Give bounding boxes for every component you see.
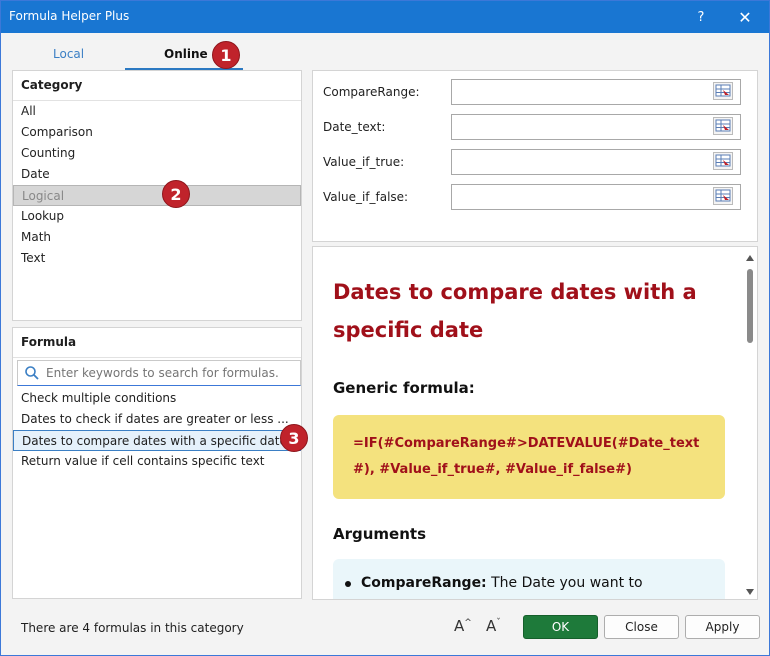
category-item-date[interactable]: Date — [13, 164, 301, 185]
increase-font-label: A — [454, 617, 465, 635]
step-badge-3: 3 — [280, 424, 308, 452]
range-picker-icon[interactable] — [713, 152, 733, 170]
increase-font-button[interactable]: A^ — [454, 617, 472, 635]
close-button[interactable]: Close — [604, 615, 679, 639]
title-bar: Formula Helper Plus ? ✕ — [1, 1, 769, 33]
arg-label: Value_if_true: — [323, 155, 405, 169]
decrease-font-label: A — [486, 617, 497, 635]
generic-formula-code: =IF(#CompareRange#>DATEVALUE(#Date_text#… — [333, 415, 725, 499]
range-picker-icon[interactable] — [713, 117, 733, 135]
scroll-down-icon[interactable] — [746, 589, 754, 595]
search-icon — [25, 366, 39, 380]
comparerange-input[interactable] — [451, 79, 741, 105]
arg-row-date-text: Date_text: — [323, 114, 743, 140]
bullet-icon — [345, 581, 351, 587]
doc-scrollbar[interactable] — [743, 249, 757, 599]
value-if-false-input[interactable] — [451, 184, 741, 210]
doc-title: Dates to compare dates with a specific d… — [333, 280, 697, 342]
formula-item-selected[interactable]: Dates to compare dates with a specific d… — [13, 430, 301, 451]
step-badge-2: 2 — [162, 180, 190, 208]
window-title: Formula Helper Plus — [9, 9, 130, 23]
scroll-thumb[interactable] — [747, 269, 753, 343]
tab-online[interactable]: Online — [164, 47, 208, 61]
category-list: All Comparison Counting Date Logical Loo… — [13, 101, 301, 269]
generic-formula-heading: Generic formula: — [333, 379, 475, 397]
tab-local[interactable]: Local — [53, 47, 84, 61]
formula-documentation: Dates to compare dates with a specific d… — [312, 246, 758, 600]
arg-row-value-if-true: Value_if_true: — [323, 149, 743, 175]
formula-item[interactable]: Check multiple conditions — [13, 388, 301, 409]
caret-up-icon: ^ — [464, 618, 472, 628]
formula-header: Formula — [13, 328, 301, 358]
category-item-math[interactable]: Math — [13, 227, 301, 248]
arg-label: Value_if_false: — [323, 190, 409, 204]
category-item-lookup[interactable]: Lookup — [13, 206, 301, 227]
argument-description: The Date you want to — [486, 575, 643, 591]
status-text: There are 4 formulas in this category — [21, 621, 244, 635]
arg-label: CompareRange: — [323, 85, 420, 99]
value-if-true-input[interactable] — [451, 149, 741, 175]
argument-name: CompareRange: — [361, 575, 487, 591]
tab-bar: Local Online — [1, 33, 769, 69]
arguments-heading: Arguments — [333, 525, 427, 543]
ok-button[interactable]: OK — [523, 615, 598, 639]
arguments-box: CompareRange: The Date you want to — [333, 559, 725, 599]
step-badge-1: 1 — [212, 41, 240, 69]
category-panel: Category All Comparison Counting Date Lo… — [12, 70, 302, 321]
formula-panel: Formula Check multiple conditions Dates … — [12, 327, 302, 599]
category-item-all[interactable]: All — [13, 101, 301, 122]
scroll-up-icon[interactable] — [746, 255, 754, 261]
decrease-font-button[interactable]: Aˇ — [486, 617, 501, 635]
arg-row-comparerange: CompareRange: — [323, 79, 743, 105]
arg-row-value-if-false: Value_if_false: — [323, 184, 743, 210]
apply-button[interactable]: Apply — [685, 615, 760, 639]
category-item-counting[interactable]: Counting — [13, 143, 301, 164]
category-item-comparison[interactable]: Comparison — [13, 122, 301, 143]
arg-label: Date_text: — [323, 120, 386, 134]
formula-helper-window: Formula Helper Plus ? ✕ Local Online 1 C… — [0, 0, 770, 656]
formula-search-input[interactable] — [46, 364, 296, 382]
caret-down-icon: ˇ — [496, 618, 501, 628]
category-header: Category — [13, 71, 301, 101]
help-button[interactable]: ? — [681, 1, 721, 33]
formula-search-box[interactable] — [17, 360, 301, 386]
footer: There are 4 formulas in this category A^… — [1, 607, 769, 655]
range-picker-icon[interactable] — [713, 82, 733, 100]
category-item-text[interactable]: Text — [13, 248, 301, 269]
formula-list: Check multiple conditions Dates to check… — [13, 388, 301, 472]
formula-item[interactable]: Return value if cell contains specific t… — [13, 451, 301, 472]
range-picker-icon[interactable] — [713, 187, 733, 205]
date-text-input[interactable] — [451, 114, 741, 140]
arguments-panel: CompareRange: Date_text: Value_if_true: … — [312, 70, 758, 242]
formula-item[interactable]: Dates to check if dates are greater or l… — [13, 409, 301, 430]
category-item-logical[interactable]: Logical — [13, 185, 301, 206]
argument-item: CompareRange: The Date you want to — [361, 575, 643, 591]
close-window-button[interactable]: ✕ — [725, 1, 765, 33]
